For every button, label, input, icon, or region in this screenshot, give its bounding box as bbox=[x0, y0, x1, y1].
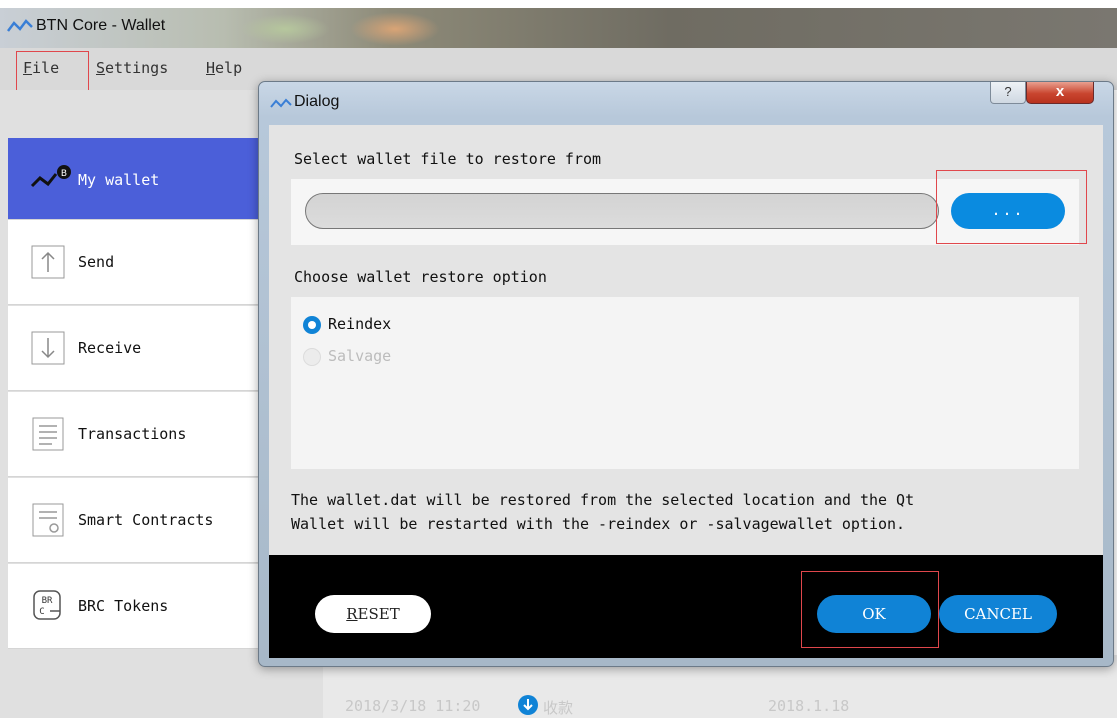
document-list-icon bbox=[32, 417, 64, 451]
window-title: BTN Core - Wallet bbox=[36, 17, 166, 34]
menu-help[interactable]: Help bbox=[206, 59, 242, 77]
restore-option-label: Choose wallet restore option bbox=[294, 268, 547, 286]
receive-circle-icon bbox=[518, 695, 538, 715]
cancel-button[interactable]: CANCEL bbox=[939, 595, 1057, 633]
main-titlebar bbox=[0, 8, 1117, 48]
transaction-date: 2018/3/18 11:20 bbox=[345, 697, 481, 715]
annotation-highlight-file bbox=[16, 51, 89, 93]
dialog-footer: RESET OK CANCEL bbox=[269, 555, 1103, 658]
restore-info-text: The wallet.dat will be restored from the… bbox=[291, 488, 1081, 536]
sidebar-item-label: Receive bbox=[78, 339, 142, 357]
svg-text:BR: BR bbox=[42, 596, 53, 606]
sidebar-item-label: My wallet bbox=[78, 171, 160, 189]
info-line: Wallet will be restarted with the -reind… bbox=[291, 515, 906, 533]
btn-logo-icon bbox=[7, 19, 33, 32]
restore-options-panel: Reindex Salvage bbox=[291, 297, 1079, 469]
sidebar-item-label: BRC Tokens bbox=[78, 597, 169, 615]
annotation-highlight-browse bbox=[936, 170, 1087, 244]
dialog-title: Dialog bbox=[294, 93, 340, 110]
svg-text:C: C bbox=[39, 607, 44, 617]
radio-label: Salvage bbox=[328, 347, 392, 365]
wallet-logo-icon: B bbox=[30, 165, 71, 188]
annotation-highlight-ok bbox=[801, 571, 939, 648]
transaction-type: 收款 bbox=[543, 699, 574, 717]
select-file-label: Select wallet file to restore from bbox=[294, 150, 602, 168]
sidebar-item-label: Transactions bbox=[78, 425, 187, 443]
titlebar-decoration bbox=[350, 12, 440, 46]
btn-logo-icon bbox=[270, 98, 292, 108]
arrow-up-icon bbox=[31, 245, 65, 279]
wallet-file-path-input[interactable] bbox=[305, 193, 939, 229]
reset-button[interactable]: RESET bbox=[315, 595, 431, 633]
svg-text:B: B bbox=[61, 169, 67, 179]
menu-settings[interactable]: Settings bbox=[96, 59, 168, 77]
info-line: The wallet.dat will be restored from the… bbox=[291, 491, 915, 509]
help-button[interactable]: ? bbox=[990, 82, 1026, 104]
restore-wallet-dialog: Dialog ? x Select wallet file to restore… bbox=[258, 81, 1114, 667]
radio-checked-icon[interactable] bbox=[303, 316, 321, 334]
radio-label: Reindex bbox=[328, 315, 392, 333]
sidebar-item-label: Send bbox=[78, 253, 115, 271]
sidebar-item-label: Smart Contracts bbox=[78, 511, 214, 529]
transaction-date-2: 2018.1.18 bbox=[768, 697, 850, 715]
brc-token-icon: BR C bbox=[33, 590, 61, 620]
contract-icon bbox=[32, 503, 64, 537]
radio-unchecked-icon bbox=[303, 348, 321, 366]
close-button[interactable]: x bbox=[1026, 82, 1094, 104]
titlebar-decoration bbox=[240, 14, 330, 44]
arrow-down-icon bbox=[31, 331, 65, 365]
